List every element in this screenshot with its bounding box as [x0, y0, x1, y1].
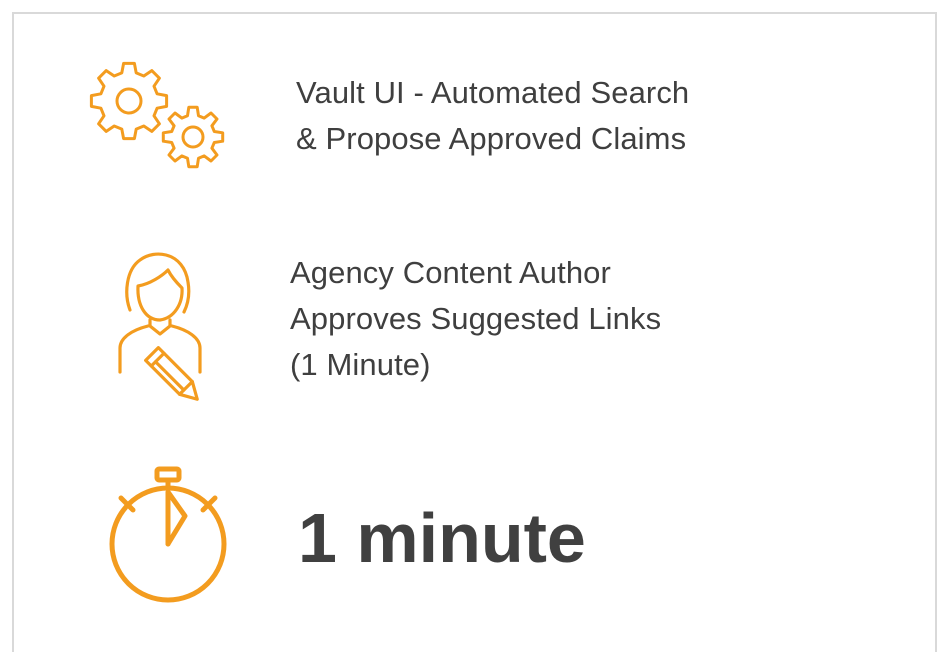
small-gear [161, 105, 225, 169]
step-1-text: Vault UI - Automated Search & Propose Ap… [296, 70, 689, 162]
stopwatch-icon [107, 464, 231, 604]
step-1-line-1: Vault UI - Automated Search [296, 75, 690, 110]
step-2-line-2: Approves Suggested Links [290, 301, 662, 336]
total-duration: 1 minute [298, 499, 586, 577]
step-2-line-3: (1 Minute) [290, 347, 431, 382]
gears-icon [67, 61, 237, 171]
large-gear [89, 61, 169, 141]
step-1-line-2: & Propose Approved Claims [296, 121, 687, 156]
process-card: Vault UI - Automated Search & Propose Ap… [12, 12, 937, 652]
author-with-pencil-icon [110, 250, 220, 410]
step-2-text: Agency Content Author Approves Suggested… [290, 250, 661, 388]
step-2-line-1: Agency Content Author [290, 255, 611, 290]
